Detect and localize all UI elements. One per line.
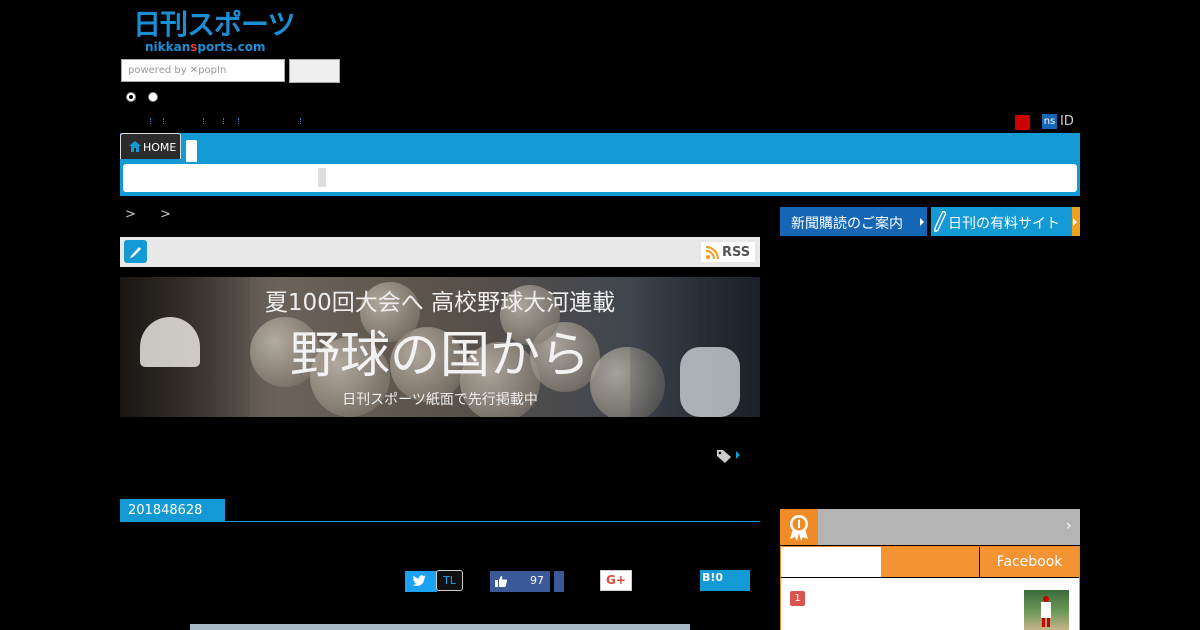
section-header bbox=[120, 237, 760, 267]
thumbs-up-icon bbox=[495, 576, 507, 587]
subscribe-label: 新聞購読のご案内 bbox=[791, 216, 903, 232]
search-placeholder: powered by ✕popIn bbox=[128, 65, 227, 76]
search-radio-site[interactable] bbox=[126, 92, 136, 102]
topnav-link-marker[interactable] bbox=[223, 118, 227, 124]
nav-tab-home[interactable]: HOME bbox=[120, 133, 181, 159]
topnav-link-marker[interactable] bbox=[238, 118, 242, 124]
paid-site-label: 日刊の有料サイト bbox=[948, 216, 1060, 232]
facebook-share-button[interactable] bbox=[554, 571, 564, 592]
topnav-link-marker[interactable] bbox=[300, 118, 304, 124]
article-date: 201848628 bbox=[120, 499, 225, 522]
ns-badge[interactable]: ns bbox=[1042, 114, 1057, 129]
nav-tab[interactable] bbox=[186, 140, 197, 162]
facebook-like-count: 97 bbox=[530, 574, 544, 587]
topnav-link-marker[interactable] bbox=[203, 118, 207, 124]
search-button[interactable] bbox=[289, 59, 340, 83]
banner-subtitle: 日刊スポーツ紙面で先行掲載中 bbox=[342, 392, 538, 408]
pen-icon bbox=[124, 240, 147, 263]
facebook-like-button[interactable]: 97 bbox=[490, 571, 550, 592]
banner-title: 野球の国から bbox=[290, 326, 590, 384]
home-icon bbox=[129, 141, 141, 152]
search-radio-web[interactable] bbox=[148, 92, 158, 102]
ranking-number: 1 bbox=[790, 591, 805, 606]
subscribe-button[interactable]: 新聞購読のご案内 bbox=[780, 207, 927, 236]
banner-headline: 夏100回大会へ 高校野球大河連載 bbox=[264, 290, 616, 316]
rss-button[interactable]: RSS bbox=[701, 242, 755, 262]
article-photo bbox=[190, 624, 690, 630]
paid-site-button[interactable]: 日刊の有料サイト bbox=[931, 207, 1080, 236]
ranking-header[interactable] bbox=[780, 509, 1080, 545]
date-divider bbox=[120, 521, 760, 522]
ranking-tab[interactable] bbox=[781, 547, 881, 577]
breadcrumb: > > bbox=[125, 207, 181, 222]
hatena-label: B!0 bbox=[702, 571, 724, 584]
sub-nav-separator bbox=[318, 168, 326, 187]
search-input[interactable]: powered by ✕popIn bbox=[121, 59, 285, 82]
logo-text: 日刊スポーツ bbox=[133, 8, 295, 41]
id-link[interactable]: ID bbox=[1060, 114, 1074, 129]
hatena-bookmark-button[interactable]: B!0 bbox=[700, 570, 750, 591]
tag-arrow-icon[interactable] bbox=[736, 451, 740, 459]
article-date-text: 201848628 bbox=[128, 503, 203, 518]
tag-icon[interactable] bbox=[717, 448, 732, 467]
topnav-link-marker[interactable] bbox=[163, 118, 167, 124]
google-plus-button[interactable]: G+ bbox=[600, 570, 632, 591]
logo-url: nikkansports.com bbox=[145, 40, 266, 54]
topnav-link-marker[interactable] bbox=[150, 118, 154, 124]
rss-label: RSS bbox=[722, 245, 751, 260]
chevron-right-icon bbox=[920, 218, 924, 226]
site-logo[interactable]: 日刊スポーツ nikkansports.com bbox=[133, 10, 295, 56]
ranking-chevron-icon[interactable]: › bbox=[1066, 518, 1072, 534]
sub-nav-bar bbox=[123, 164, 1077, 192]
rss-icon bbox=[706, 246, 719, 259]
twitter-share-button[interactable] bbox=[405, 571, 437, 592]
series-banner[interactable]: 夏100回大会へ 高校野球大河連載 野球の国から 日刊スポーツ紙面で先行掲載中 bbox=[120, 277, 760, 417]
chevron-right-icon bbox=[1073, 218, 1077, 226]
nav-home-label: HOME bbox=[143, 141, 177, 154]
twitter-icon bbox=[412, 575, 426, 586]
ranking-medal-icon bbox=[780, 509, 818, 545]
login-icon[interactable] bbox=[1015, 115, 1030, 130]
ranking-thumbnail[interactable] bbox=[1024, 590, 1069, 630]
pen-icon bbox=[934, 211, 946, 232]
timeline-button[interactable]: TL bbox=[436, 570, 463, 591]
ranking-tab-facebook[interactable]: Facebook bbox=[980, 547, 1079, 577]
ranking-tab[interactable] bbox=[881, 547, 979, 577]
ranking-tab-facebook-label: Facebook bbox=[996, 554, 1063, 570]
